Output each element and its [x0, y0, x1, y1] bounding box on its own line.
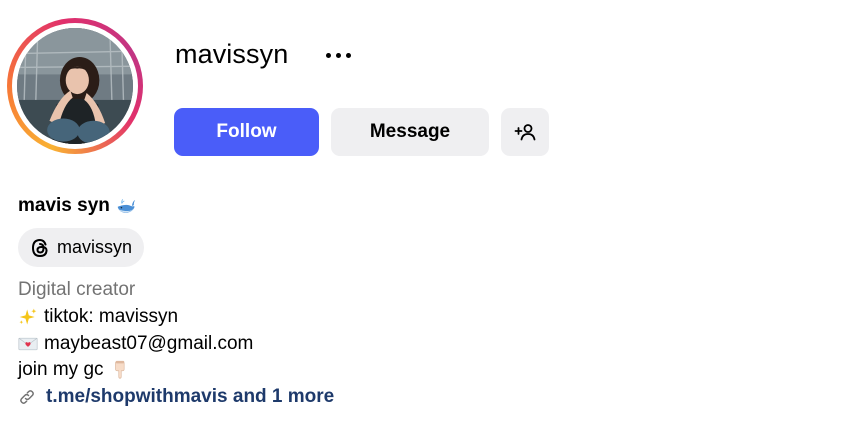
- avatar-border: [12, 23, 138, 149]
- more-horizontal-icon[interactable]: [316, 40, 360, 70]
- whale-emoji: [117, 199, 136, 213]
- bio-text: tiktok: mavissyn: [44, 306, 179, 327]
- display-name: mavis syn: [18, 193, 136, 219]
- avatar[interactable]: [17, 28, 133, 144]
- sparkles-emoji: [19, 308, 37, 325]
- bio-line: tiktok: mavissyn: [18, 304, 178, 330]
- bio-line: join my gc: [18, 357, 130, 383]
- story-ring[interactable]: [7, 18, 143, 154]
- love-letter-emoji: [18, 337, 38, 351]
- profile-category: Digital creator: [18, 279, 136, 300]
- more-dot: [325, 52, 331, 58]
- more-dot: [345, 52, 351, 58]
- pointing-down-emoji: [114, 360, 124, 379]
- bio-line: maybeast07@gmail.com: [18, 331, 253, 357]
- username: mavissyn: [175, 39, 289, 69]
- add-person-icon: [514, 124, 536, 141]
- profile-photo: [17, 28, 133, 144]
- message-button[interactable]: Message: [331, 108, 489, 156]
- suggest-accounts-button[interactable]: [501, 108, 549, 156]
- threads-link[interactable]: mavissyn: [18, 228, 145, 267]
- threads-handle: mavissyn: [57, 237, 133, 257]
- display-name-text: mavis syn: [18, 195, 110, 216]
- bio-link[interactable]: t.me/shopwithmavis and 1 more: [18, 384, 334, 410]
- bio-text: join my gc: [18, 359, 104, 380]
- more-dot: [335, 52, 341, 58]
- bio-email: maybeast07@gmail.com: [44, 333, 254, 354]
- follow-button[interactable]: Follow: [174, 108, 319, 156]
- bio-link-text[interactable]: t.me/shopwithmavis and 1 more: [46, 384, 334, 410]
- link-icon: [20, 390, 34, 404]
- threads-icon: [31, 238, 48, 257]
